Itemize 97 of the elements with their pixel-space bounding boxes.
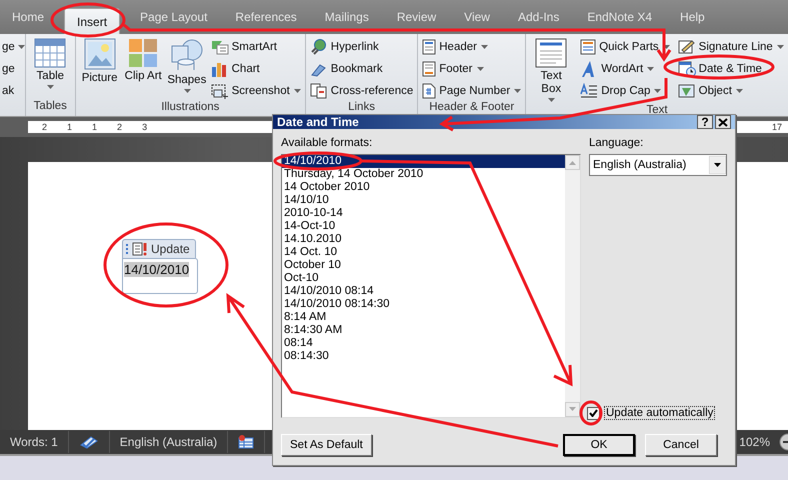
group-label: Text [645,104,669,116]
quick-parts-icon [580,38,596,54]
proofing-icon[interactable] [78,435,99,449]
ribbon-button[interactable]: Chart [210,58,302,79]
ribbon-button[interactable]: Text Box [529,36,574,104]
format-option[interactable]: 8:14 AM [282,311,565,324]
zoom-level[interactable]: 102% [739,435,770,449]
smartart-icon [210,38,229,54]
group-label: Links [347,101,376,115]
signature-line-icon [678,38,696,54]
ribbon-button[interactable]: Picture [78,36,120,101]
language-dropdown[interactable]: English (Australia) [589,154,727,176]
ribbon-button[interactable]: SmartArt [210,36,302,57]
format-option[interactable]: 14/10/10 [282,194,565,207]
update-field-tab[interactable]: Update [122,239,196,258]
button-label: Clip Art [124,70,162,83]
ribbon-button[interactable]: WordArt [579,58,671,79]
ruler-number: 1 [92,121,98,133]
ribbon-button[interactable]: Table [28,36,72,100]
ribbon-button[interactable]: Footer [421,58,522,79]
globe-link-icon [310,38,328,54]
group-label: Illustrations [160,101,220,115]
set-as-default-button[interactable]: Set As Default [281,434,372,456]
format-option[interactable]: October 10 [282,259,565,272]
language-status[interactable]: English (Australia) [110,431,228,453]
format-option[interactable]: 08:14 [282,337,565,350]
ribbon-button[interactable]: ak [0,80,25,101]
button-label: Text Box [540,70,563,96]
clip-art-icon [128,38,158,68]
grip-icon [126,243,129,255]
format-option[interactable]: 14 Oct. 10 [282,246,565,259]
ribbon-button[interactable]: Bookmark [308,58,414,79]
format-option[interactable]: 14/10/2010 08:14:30 [282,298,565,311]
ribbon-button[interactable]: Hyperlink [308,36,414,57]
checkbox[interactable] [587,406,600,420]
update-field-icon [132,242,148,256]
object-icon [678,82,696,98]
chart-icon [210,60,229,76]
page-number-icon [422,82,436,98]
format-option[interactable]: 2010-10-14 [282,207,565,220]
close-icon [718,118,728,126]
dialog-title: Date and Time [277,115,360,129]
header-icon [422,38,436,54]
format-option[interactable]: Thursday, 14 October 2010 [282,168,565,181]
screenshot-icon [210,82,229,98]
button-label: Picture [82,72,118,85]
ribbon-button[interactable]: ge [0,58,25,79]
table-icon [34,38,66,68]
calendar-clock-icon [678,60,696,76]
format-option[interactable]: 14.10.2010 [282,233,565,246]
close-button[interactable] [715,115,731,129]
ribbon-button[interactable]: Page Number [421,80,522,101]
button-label: Shapes [167,74,206,87]
text-box-icon [535,38,568,68]
ribbon-button[interactable]: Date & Time [676,58,785,79]
ribbon-button[interactable]: Clip Art [122,36,164,101]
ribbon-button[interactable]: Object [676,80,785,101]
date-field[interactable]: 14/10/2010 [122,258,198,294]
picture-icon [84,38,116,70]
format-option[interactable]: 08:14:30 [282,350,565,363]
ribbon-button[interactable]: Shapes [166,36,208,101]
macro-recording-icon[interactable] [238,435,254,449]
language-label: Language: [589,137,644,151]
ribbon-button[interactable]: Screenshot [210,80,302,101]
word-count[interactable]: Words: 1 [0,431,69,453]
annotation-ellipse [580,400,602,426]
footer-icon [422,60,436,76]
ruler-number: 1 [67,121,72,133]
button-label: Table [36,70,64,83]
ribbon-tab[interactable]: Insert [64,8,120,34]
group-label: Header & Footer [428,101,516,115]
help-button[interactable]: ? [697,115,713,129]
ok-button[interactable]: OK [563,434,635,456]
formats-label: Available formats: [281,137,374,151]
ribbon-button[interactable]: Quick Parts [579,36,671,57]
ruler-number: 17 [772,121,782,133]
ruler-number: 2 [42,121,48,133]
format-option[interactable]: 14 October 2010 [282,181,565,194]
formats-list[interactable]: 14/10/2010 Thursday, 14 October 2010 14 October 2010 14/10/10 2010-10-14 14-Oct-10 14.10.2010 14 Oct. 10 October 10 Oct-10 14/10/2010 08:14 14/10/2010 08:14:30 8:14 AM 8:14:30 AM 08:14 08:14:30 [281,154,581,418]
group-label: Tables [32,100,68,114]
cancel-button[interactable]: Cancel [645,434,717,456]
ribbon-button[interactable]: Cross-reference [308,80,414,101]
dropdown-arrow-icon [709,156,726,174]
drop-cap-icon [580,82,598,98]
ruler-number: 2 [117,121,122,133]
shapes-icon [170,38,204,72]
format-option[interactable]: 8:14:30 AM [282,324,565,337]
format-option[interactable]: 14/10/2010 08:14 [282,285,565,298]
ribbon-button[interactable]: Drop Cap [579,80,671,101]
format-option[interactable]: 14-Oct-10 [282,220,565,233]
ribbon-button[interactable]: Header [421,36,522,57]
ruler-number: 3 [142,121,148,133]
ribbon-button[interactable]: ge [0,36,25,57]
cross-reference-icon [310,82,328,98]
ribbon-button[interactable]: Signature Line [676,36,785,57]
checkbox-label[interactable]: Update automatically [604,406,716,420]
format-option[interactable]: Oct-10 [282,272,565,285]
